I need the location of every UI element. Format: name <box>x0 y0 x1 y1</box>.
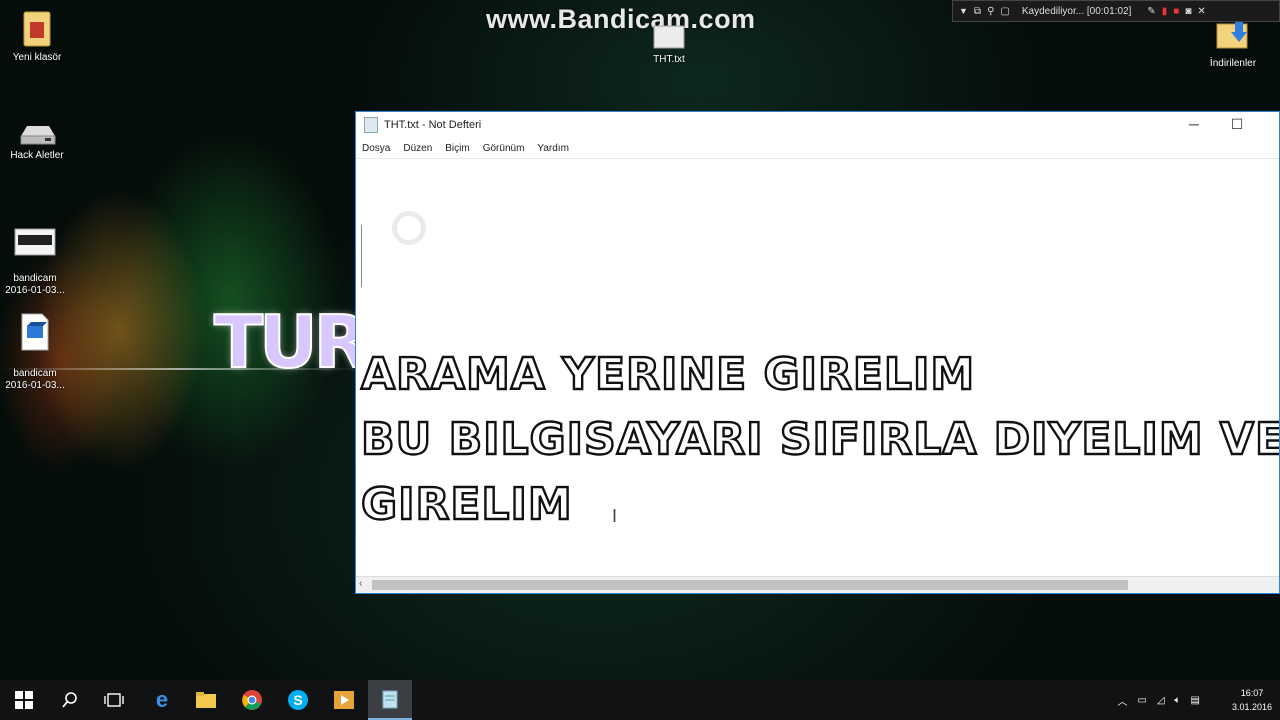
minimize-button[interactable]: ─ <box>1179 116 1209 132</box>
magnifier-icon[interactable]: ⚲ <box>987 6 994 17</box>
downloads-folder-icon <box>1216 22 1248 49</box>
ibeam-cursor-icon: I <box>612 506 618 526</box>
network-icon[interactable]: ◿ <box>1157 695 1165 706</box>
dropdown-arrow-icon[interactable]: ▼ <box>959 6 968 16</box>
chrome-icon <box>242 690 262 710</box>
bandicam-watermark: www.Bandicam.com <box>486 4 756 34</box>
taskbar-clock[interactable]: 16:07 3.01.2016 <box>1232 686 1272 714</box>
editor-line-1: ARAMA YERINE GIRELIM <box>360 348 976 401</box>
text-caret <box>361 225 362 287</box>
desktop-icon-bandicam-video[interactable]: bandicam 2016-01-03... <box>0 300 70 392</box>
desktop-icon-label: İndirilenler <box>1209 58 1257 69</box>
notepad-window: THT.txt - Not Defteri ─ ☐ Dosya Düzen Bi… <box>355 111 1280 594</box>
show-hidden-icons-icon[interactable]: ︿ <box>1117 693 1127 708</box>
volume-icon[interactable]: 🔈︎ <box>1175 695 1181 706</box>
close-icon[interactable]: ✕ <box>1197 6 1205 17</box>
task-view-icon <box>104 693 124 707</box>
notifications-icon[interactable]: ▤ <box>1191 695 1200 706</box>
screen-region-icon[interactable]: ▢ <box>1000 6 1009 17</box>
menu-duzen[interactable]: Düzen <box>403 143 432 154</box>
desktop-icon-yeni-klasor[interactable]: Yeni klasör <box>2 10 72 64</box>
image-file-icon <box>14 228 56 256</box>
notepad-titlebar[interactable]: THT.txt - Not Defteri <box>356 112 1279 138</box>
scroll-left-icon[interactable]: ‹ <box>359 578 362 589</box>
start-icon <box>15 691 33 709</box>
edge-icon: e <box>155 687 169 712</box>
svg-text:S: S <box>293 692 302 708</box>
notepad-taskbar-button[interactable] <box>368 680 412 720</box>
folder-icon <box>23 11 51 47</box>
notepad-icon <box>382 690 398 709</box>
recording-status: Kaydediliyor... [00:01:02] <box>1021 5 1132 17</box>
desktop-icon-label: Yeni klasör <box>12 52 62 63</box>
search-icon <box>62 692 77 708</box>
window-select-icon[interactable]: ⧉ <box>974 6 981 17</box>
desktop-icon-tht-txt[interactable]: THT.txt <box>634 20 704 66</box>
menu-bicim[interactable]: Biçim <box>445 143 469 154</box>
skype-button[interactable]: S <box>276 680 320 720</box>
maximize-button[interactable]: ☐ <box>1222 116 1252 133</box>
start-button[interactable] <box>2 680 46 720</box>
desktop-icon-label: bandicam 2016-01-03... <box>5 273 65 296</box>
desktop-icon-label: THT.txt <box>653 54 685 65</box>
notepad-title: THT.txt - Not Defteri <box>384 119 482 131</box>
editor-line-2: BU BILGISAYARI SIFIRLA DIYELIM VE <box>360 413 1279 466</box>
camera-icon[interactable]: ◙ <box>1185 6 1191 17</box>
search-button[interactable] <box>48 680 92 720</box>
skype-icon: S <box>288 690 308 710</box>
taskbar: e S ︿ ▭ ◿ 🔈︎ ▤ 16:07 3.01.2016 <box>0 680 1280 720</box>
chrome-button[interactable] <box>230 680 274 720</box>
wallpaper-logo: TUR <box>213 299 370 385</box>
clock-time: 16:07 <box>1240 688 1264 698</box>
clock-date: 3.01.2016 <box>1231 702 1272 712</box>
stop-icon[interactable]: ■ <box>1173 6 1179 17</box>
drive-icon <box>20 126 56 145</box>
edge-button[interactable]: e <box>140 680 184 720</box>
file-explorer-button[interactable] <box>184 680 228 720</box>
scrollbar-thumb[interactable] <box>372 580 1128 590</box>
menu-dosya[interactable]: Dosya <box>362 143 390 154</box>
video-file-icon <box>21 313 49 351</box>
desktop-icon-label: bandicam 2016-01-03... <box>5 368 65 391</box>
desktop-icon-bandicam-image[interactable]: bandicam 2016-01-03... <box>0 215 70 297</box>
task-view-button[interactable] <box>92 680 136 720</box>
battery-icon[interactable]: ▭ <box>1137 695 1146 706</box>
desktop-icon-label: Hack Aletler <box>10 150 64 161</box>
desktop-icon-indirilenler[interactable]: İndirilenler <box>1198 18 1268 70</box>
media-player-button[interactable] <box>322 680 366 720</box>
notepad-app-icon <box>364 117 378 133</box>
notepad-menubar: Dosya Düzen Biçim Görünüm Yardım <box>356 138 1279 159</box>
notepad-editor[interactable]: ARAMA YERINE GIRELIM BU BILGISAYARI SIFI… <box>356 159 1279 577</box>
pencil-icon[interactable]: ✎ <box>1147 6 1155 17</box>
text-file-icon <box>653 25 685 49</box>
system-tray: ︿ ▭ ◿ 🔈︎ ▤ <box>1117 680 1200 720</box>
editor-line-3: GIRELIM <box>360 478 573 531</box>
file-explorer-icon <box>196 692 216 708</box>
media-player-icon <box>334 691 354 709</box>
loading-spinner-icon <box>392 211 426 245</box>
desktop-icon-hack-aletler[interactable]: Hack Aletler <box>2 122 72 162</box>
menu-gorunum[interactable]: Görünüm <box>483 143 525 154</box>
horizontal-scrollbar[interactable]: ‹ <box>356 576 1279 593</box>
menu-yardim[interactable]: Yardım <box>537 143 569 154</box>
pause-icon[interactable]: ▮ <box>1162 6 1168 17</box>
